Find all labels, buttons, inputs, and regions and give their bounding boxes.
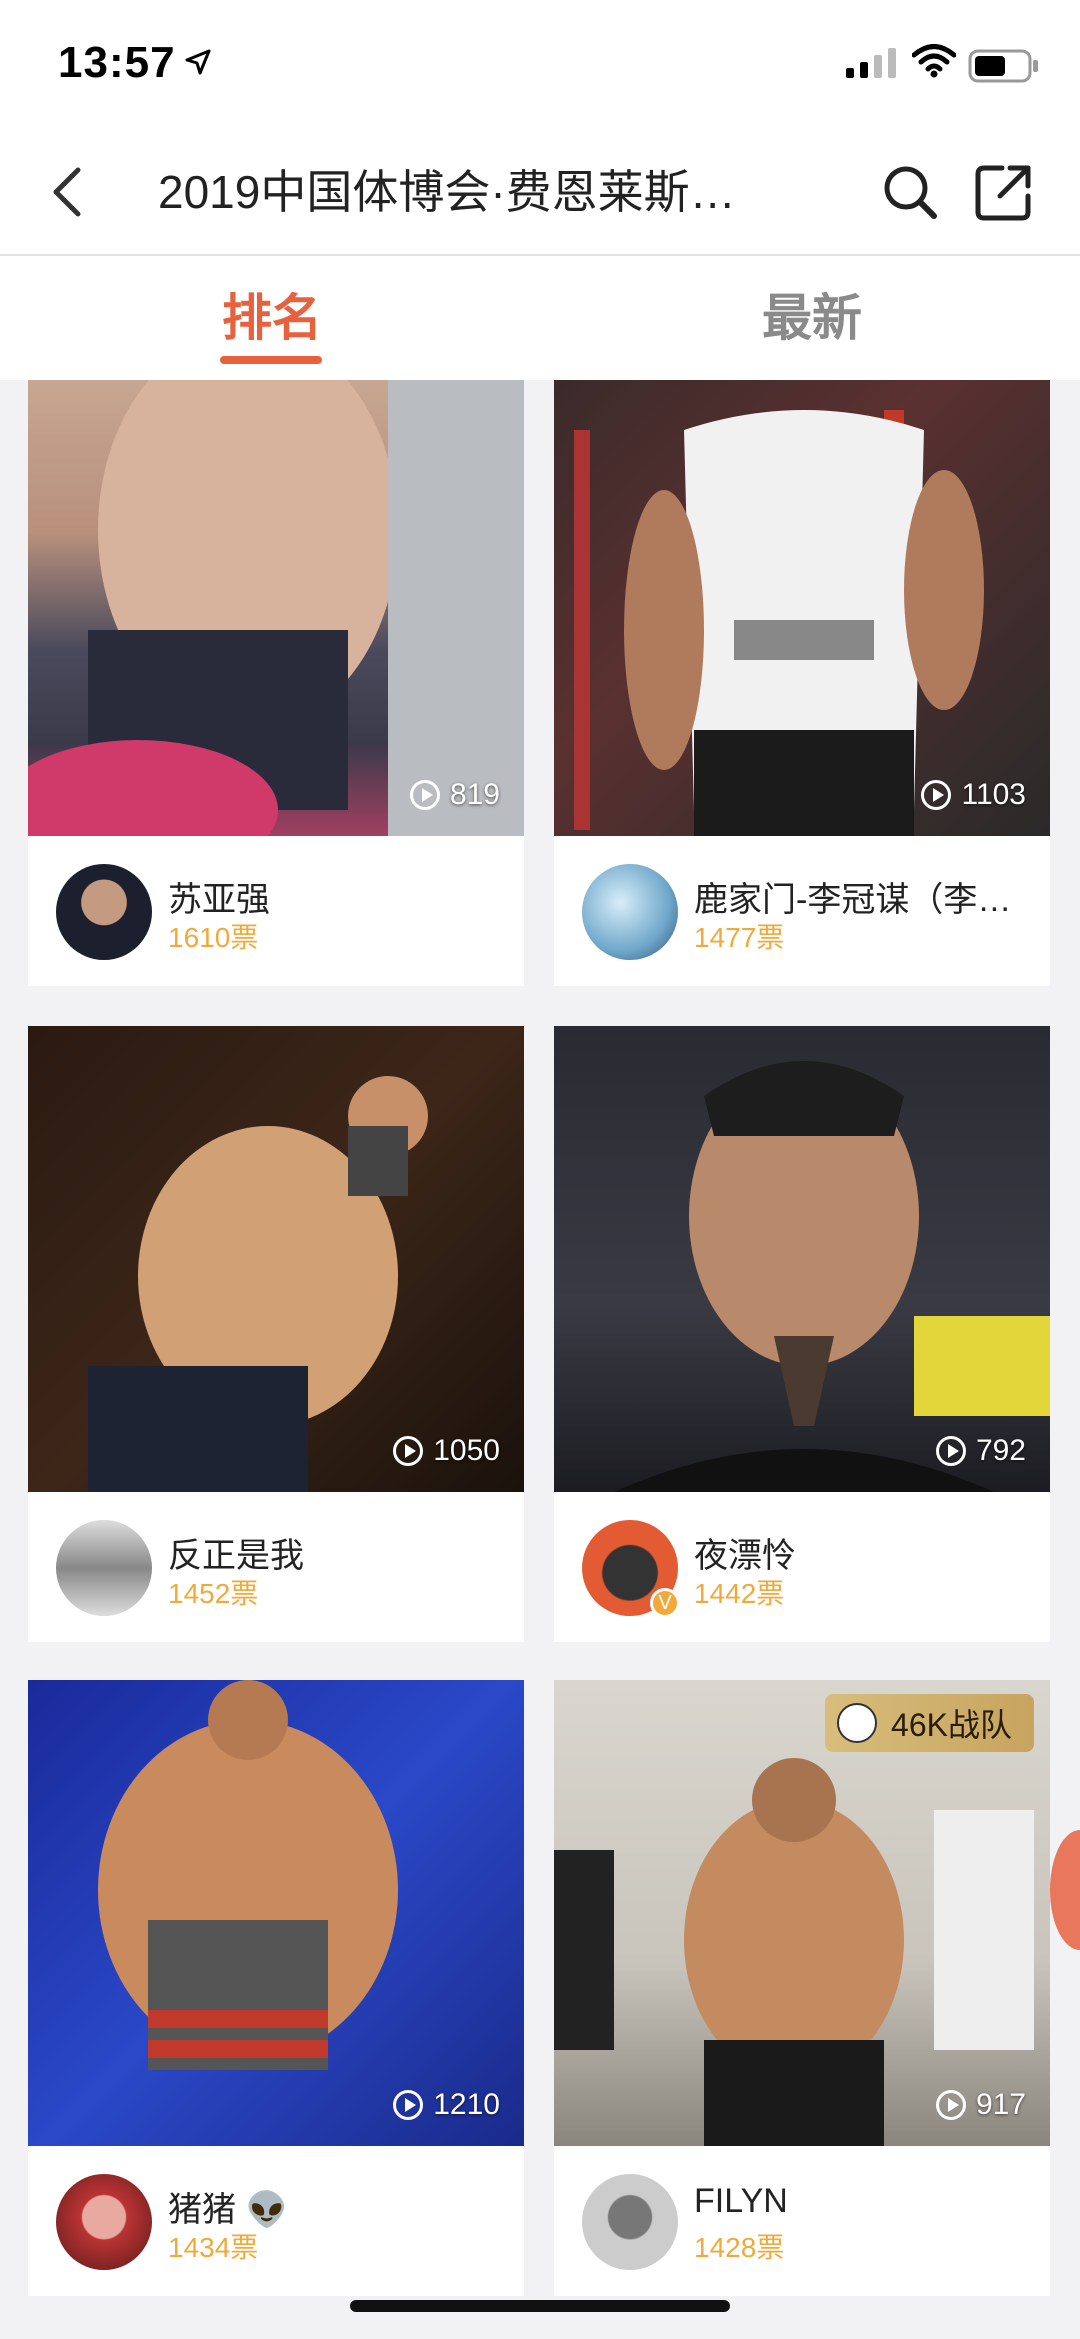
thumbnail-image <box>88 1076 428 1492</box>
vote-count: 1477票 <box>694 922 785 953</box>
view-count: 792 <box>935 1434 1026 1468</box>
entry-name: 苏亚强 <box>168 881 270 919</box>
play-icon <box>921 780 952 810</box>
entry-card[interactable]: 1210 猪猪 👽 1434票 <box>28 1680 524 2296</box>
view-count: 1103 <box>921 778 1026 812</box>
entry-info: FILYN 1428票 <box>554 2146 1050 2296</box>
battery-icon <box>968 49 1038 83</box>
cellular-signal-icon <box>846 48 896 78</box>
video-thumbnail[interactable]: 1210 <box>28 1680 524 2146</box>
location-arrow-icon <box>185 49 211 75</box>
entry-name: 猪猪 👽 <box>168 2191 288 2229</box>
page-title: 2019中国体博会·费恩莱斯… <box>158 166 736 218</box>
entry-name: 夜漂怜 <box>694 1537 796 1575</box>
vote-count: 1428票 <box>694 2232 785 2263</box>
team-badge[interactable]: 46K战队 <box>825 1694 1034 1752</box>
thumbnail-image <box>98 1680 398 2070</box>
share-icon[interactable] <box>972 160 1036 224</box>
video-thumbnail[interactable]: 1050 <box>28 1026 524 1492</box>
active-tab-indicator <box>220 356 322 364</box>
play-icon <box>935 2090 966 2120</box>
vote-count: 1610票 <box>168 922 259 953</box>
video-thumbnail[interactable]: 1103 <box>554 380 1050 836</box>
entry-card[interactable]: 1103 鹿家门-李冠谋（李… 1477票 <box>554 380 1050 986</box>
play-icon <box>393 2090 424 2120</box>
entry-card[interactable]: 819 苏亚强 1610票 <box>28 380 524 986</box>
entry-name: FILYN <box>694 2182 788 2220</box>
entry-info: V 夜漂怜 1442票 <box>554 1492 1050 1642</box>
nav-bar: 2019中国体博会·费恩莱斯… <box>0 132 1080 256</box>
entry-info: 反正是我 1452票 <box>28 1492 524 1642</box>
view-count: 1050 <box>393 1434 500 1468</box>
verified-badge-icon: V <box>650 1588 680 1618</box>
thumbnail-image <box>28 380 524 836</box>
thumbnail-image <box>574 410 984 836</box>
video-thumbnail[interactable]: 819 <box>28 380 524 836</box>
entry-card[interactable]: 792 V 夜漂怜 1442票 <box>554 1026 1050 1642</box>
entry-info: 猪猪 👽 1434票 <box>28 2146 524 2296</box>
view-count: 819 <box>409 778 500 812</box>
avatar[interactable] <box>582 864 678 960</box>
vote-count: 1434票 <box>168 2232 259 2263</box>
entry-info: 鹿家门-李冠谋（李… 1477票 <box>554 836 1050 986</box>
view-count: 917 <box>935 2088 1026 2122</box>
back-chevron-icon[interactable] <box>40 162 100 222</box>
status-time: 13:57 <box>58 38 176 87</box>
avatar[interactable] <box>56 864 152 960</box>
play-icon <box>409 780 440 810</box>
play-icon <box>935 1436 966 1466</box>
thumbnail-image <box>614 1061 1050 1492</box>
view-count: 1210 <box>393 2088 500 2122</box>
entries-grid: 819 苏亚强 1610票 1103 鹿家门-李冠谋（李… 1477票 1050… <box>0 380 1080 2339</box>
entry-card[interactable]: 46K战队 917 FILYN 1428票 <box>554 1680 1050 2296</box>
tab-bar: 排名 最新 <box>0 256 1080 380</box>
home-indicator[interactable] <box>350 2300 730 2312</box>
tab-ranking[interactable]: 排名 <box>222 278 322 350</box>
team-logo-icon <box>837 1703 878 1743</box>
entry-name: 反正是我 <box>168 1537 304 1575</box>
avatar[interactable] <box>56 1520 152 1616</box>
tab-latest[interactable]: 最新 <box>762 278 862 350</box>
video-thumbnail[interactable]: 792 <box>554 1026 1050 1492</box>
play-icon <box>393 1436 424 1466</box>
wifi-icon <box>912 44 956 78</box>
entry-info: 苏亚强 1610票 <box>28 836 524 986</box>
video-thumbnail[interactable]: 46K战队 917 <box>554 1680 1050 2146</box>
search-icon[interactable] <box>878 160 942 224</box>
vote-count: 1442票 <box>694 1578 785 1609</box>
avatar[interactable] <box>56 2174 152 2270</box>
status-bar: 13:57 <box>0 0 1080 132</box>
entry-name: 鹿家门-李冠谋（李… <box>694 881 1012 919</box>
avatar[interactable] <box>582 2174 678 2270</box>
entry-card[interactable]: 1050 反正是我 1452票 <box>28 1026 524 1642</box>
vote-count: 1452票 <box>168 1578 259 1609</box>
